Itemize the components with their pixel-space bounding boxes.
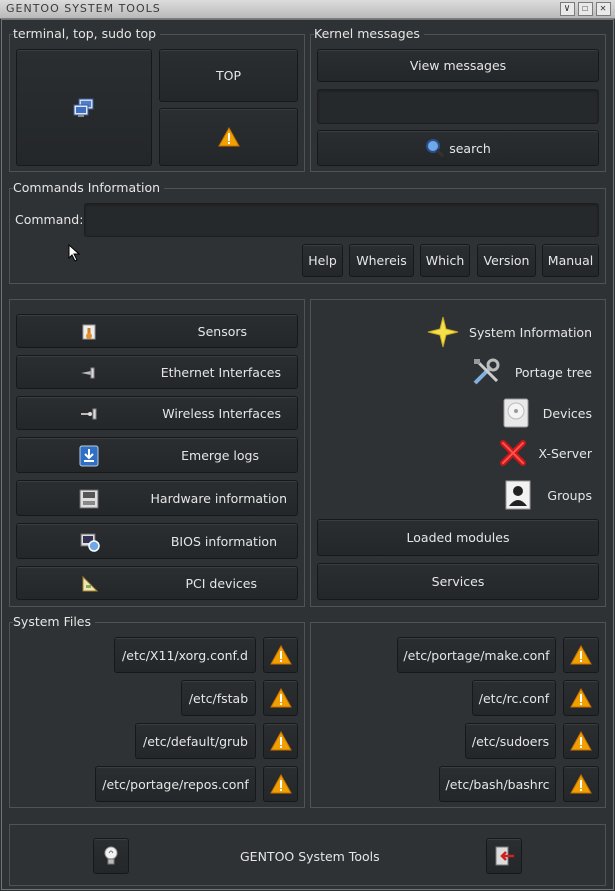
file-button-sudoers[interactable]: /etc/sudoers bbox=[465, 723, 556, 759]
mouse-cursor-icon bbox=[68, 244, 81, 262]
file-button-xorg[interactable]: /etc/X11/xorg.conf.d bbox=[114, 637, 256, 673]
file-warning-xorg[interactable] bbox=[263, 637, 298, 673]
file-button-repos[interactable]: /etc/portage/repos.conf bbox=[95, 766, 256, 802]
footer-title: GENTOO System Tools bbox=[240, 849, 380, 864]
system-information-label: System Information bbox=[469, 324, 592, 340]
lightbulb-icon bbox=[104, 846, 118, 865]
groups-item[interactable]: Groups bbox=[505, 480, 592, 510]
help-button[interactable]: Help bbox=[302, 244, 343, 277]
disk-icon bbox=[503, 398, 529, 428]
version-button[interactable]: Version bbox=[477, 244, 536, 277]
kernel-search-input[interactable] bbox=[317, 89, 599, 124]
commands-frame-label: Commands Information bbox=[13, 180, 165, 195]
bios-information-label: BIOS information bbox=[170, 533, 277, 549]
bios-information-button[interactable]: BIOS information bbox=[16, 523, 298, 559]
file-button-rc-conf[interactable]: /etc/rc.conf bbox=[472, 680, 556, 716]
x-server-icon bbox=[499, 440, 526, 466]
search-icon bbox=[426, 139, 445, 158]
services-button[interactable]: Services bbox=[317, 563, 599, 600]
sensors-label: Sensors bbox=[197, 323, 247, 339]
warning-icon bbox=[269, 774, 292, 794]
pci-icon bbox=[82, 575, 99, 592]
search-button[interactable]: search bbox=[317, 130, 599, 166]
window-title: GENTOO SYSTEM TOOLS bbox=[6, 2, 161, 15]
sensors-button[interactable]: Sensors bbox=[16, 314, 298, 348]
file-button-grub[interactable]: /etc/default/grub bbox=[135, 723, 256, 759]
bios-icon bbox=[80, 533, 100, 552]
devices-label: Devices bbox=[542, 405, 592, 421]
file-warning-grub[interactable] bbox=[263, 723, 298, 759]
devices-item[interactable]: Devices bbox=[503, 398, 592, 428]
warning-icon bbox=[269, 688, 292, 708]
warning-icon bbox=[570, 774, 592, 794]
hardware-information-button[interactable]: Hardware information bbox=[16, 480, 298, 516]
groups-label: Groups bbox=[547, 487, 592, 503]
top-button[interactable]: TOP bbox=[159, 49, 298, 102]
about-button[interactable] bbox=[93, 838, 129, 874]
file-button-fstab[interactable]: /etc/fstab bbox=[181, 680, 256, 716]
system-files-label: System Files bbox=[13, 614, 96, 629]
system-information-item[interactable]: System Information bbox=[427, 316, 592, 348]
kernel-frame-label: Kernel messages bbox=[314, 26, 424, 41]
close-button[interactable]: ✕ bbox=[596, 2, 611, 16]
warning-icon bbox=[217, 127, 240, 147]
title-bar[interactable]: GENTOO SYSTEM TOOLS ∨ ☐ ✕ bbox=[0, 0, 615, 19]
star-icon bbox=[427, 316, 459, 348]
file-button-bashrc[interactable]: /etc/bash/bashrc bbox=[439, 766, 556, 802]
wireless-label: Wireless Interfaces bbox=[162, 405, 281, 421]
terminal-icon bbox=[73, 98, 94, 117]
emerge-logs-label: Emerge logs bbox=[181, 447, 259, 463]
pci-devices-label: PCI devices bbox=[185, 575, 258, 591]
command-input[interactable] bbox=[84, 203, 599, 237]
warning-icon bbox=[269, 645, 292, 665]
pci-devices-button[interactable]: PCI devices bbox=[16, 566, 298, 600]
warning-icon bbox=[570, 688, 592, 708]
command-label: Command: bbox=[15, 212, 84, 227]
ethernet-label: Ethernet Interfaces bbox=[160, 364, 281, 380]
which-button[interactable]: Which bbox=[420, 244, 470, 277]
warning-icon bbox=[570, 645, 592, 665]
sudo-top-button[interactable] bbox=[159, 108, 298, 166]
loaded-modules-button[interactable]: Loaded modules bbox=[317, 519, 599, 556]
portage-tree-item[interactable]: Portage tree bbox=[471, 357, 592, 387]
terminal-frame-label: terminal, top, sudo top bbox=[13, 26, 161, 41]
file-warning-make-conf[interactable] bbox=[563, 637, 599, 673]
exit-button[interactable] bbox=[486, 838, 522, 874]
wireless-interfaces-button[interactable]: Wireless Interfaces bbox=[16, 396, 298, 430]
file-warning-fstab[interactable] bbox=[263, 680, 298, 716]
file-warning-repos[interactable] bbox=[263, 766, 298, 802]
file-button-make-conf[interactable]: /etc/portage/make.conf bbox=[397, 637, 556, 673]
search-button-label: search bbox=[449, 140, 491, 156]
exit-icon bbox=[495, 846, 514, 866]
ethernet-interfaces-button[interactable]: Ethernet Interfaces bbox=[16, 355, 298, 389]
hardware-icon bbox=[79, 489, 99, 509]
manual-button[interactable]: Manual bbox=[542, 244, 599, 277]
file-warning-bashrc[interactable] bbox=[563, 766, 599, 802]
terminal-button[interactable] bbox=[16, 49, 152, 166]
user-icon bbox=[505, 480, 531, 510]
ethernet-icon bbox=[81, 367, 95, 379]
warning-icon bbox=[570, 731, 592, 751]
whereis-button[interactable]: Whereis bbox=[349, 244, 414, 277]
emerge-logs-icon bbox=[79, 445, 99, 467]
sensors-icon bbox=[82, 324, 96, 340]
view-messages-button[interactable]: View messages bbox=[317, 49, 599, 82]
maximize-button[interactable]: ☐ bbox=[578, 2, 593, 16]
warning-icon bbox=[269, 731, 292, 751]
wireless-icon bbox=[81, 408, 97, 420]
emerge-logs-button[interactable]: Emerge logs bbox=[16, 437, 298, 473]
x-server-label: X-Server bbox=[538, 445, 592, 461]
minimize-button[interactable]: ∨ bbox=[560, 2, 575, 16]
hardware-information-label: Hardware information bbox=[150, 490, 287, 506]
file-warning-rc-conf[interactable] bbox=[563, 680, 599, 716]
portage-tree-label: Portage tree bbox=[514, 364, 592, 380]
tools-icon bbox=[473, 358, 500, 385]
x-server-item[interactable]: X-Server bbox=[499, 439, 592, 467]
file-warning-sudoers[interactable] bbox=[563, 723, 599, 759]
